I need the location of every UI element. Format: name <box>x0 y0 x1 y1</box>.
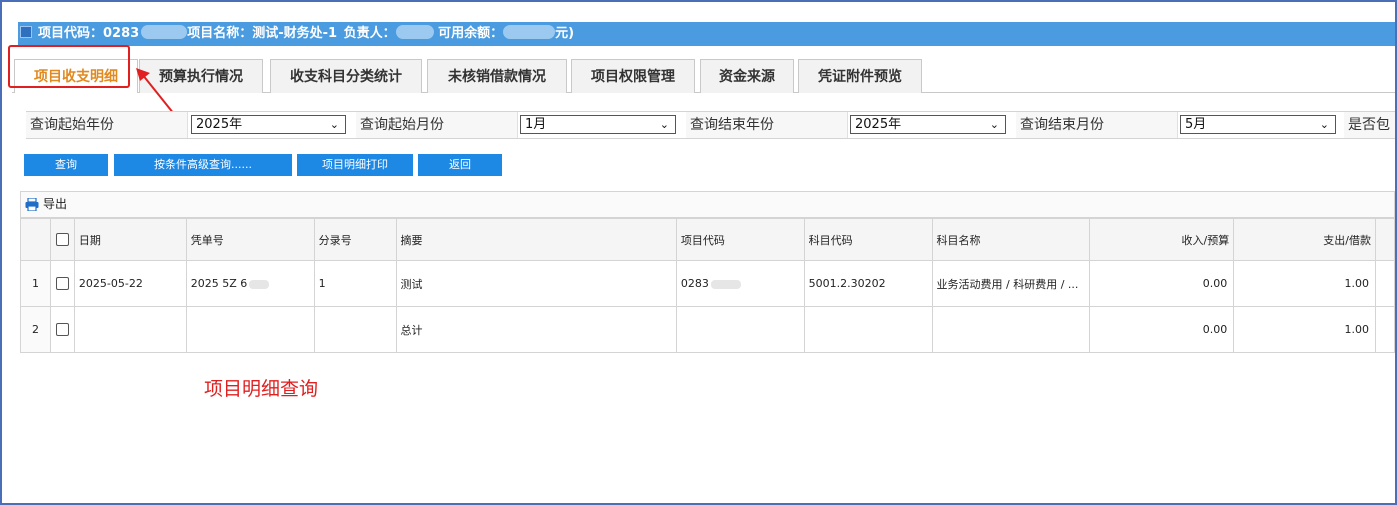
owner-label: 负责人： <box>343 26 396 41</box>
end-month-select[interactable]: 5月 ⌄ <box>1180 115 1336 134</box>
end-month-label: 查询结束月份 <box>1016 112 1178 138</box>
cell-subject-name: 业务活动费用 / 科研费用 / ... <box>931 260 1091 307</box>
cell-subject-code <box>803 306 933 353</box>
start-month-value: 1月 <box>525 117 547 132</box>
chevron-down-icon: ⌄ <box>329 118 339 131</box>
row-number: 2 <box>20 306 51 353</box>
highlight-box <box>8 45 130 88</box>
column-header-date[interactable]: 日期 <box>73 218 187 261</box>
column-header-voucher[interactable]: 凭单号 <box>185 218 315 261</box>
start-year-select[interactable]: 2025年 ⌄ <box>191 115 346 134</box>
cell-income: 0.00 <box>1089 260 1235 307</box>
column-header-expense[interactable]: 支出/借款 <box>1233 218 1376 261</box>
cell-date <box>73 306 187 353</box>
cell-summary: 总计 <box>395 306 677 353</box>
project-code-value: 0283 <box>103 26 140 41</box>
redaction-mask <box>395 25 434 39</box>
column-header-income[interactable]: 收入/预算 <box>1089 218 1235 261</box>
cell-date: 2025-05-22 <box>73 260 187 307</box>
row-checkbox-cell <box>49 306 75 353</box>
column-header-summary[interactable]: 摘要 <box>395 218 677 261</box>
row-number: 1 <box>20 260 51 307</box>
cell-project-code <box>675 306 805 353</box>
cell-expense: 1.00 <box>1233 306 1376 353</box>
filter-row: 查询起始年份 2025年 ⌄ 查询起始月份 1月 ⌄ 查询结束年份 2025年 ⌄ 查… <box>26 111 1395 139</box>
cell-entry: 1 <box>313 260 397 307</box>
start-month-select[interactable]: 1月 ⌄ <box>520 115 676 134</box>
cell-subject-name <box>931 306 1091 353</box>
chevron-down-icon: ⌄ <box>1319 118 1329 131</box>
redaction-mask <box>710 279 741 289</box>
row-spacer <box>1374 260 1395 307</box>
tab-permission-management[interactable]: 项目权限管理 <box>571 59 695 93</box>
print-detail-button[interactable]: 项目明细打印 <box>297 154 413 176</box>
select-all-checkbox[interactable] <box>55 233 69 247</box>
start-year-label: 查询起始年份 <box>26 112 188 138</box>
end-year-label: 查询结束年份 <box>686 112 848 138</box>
end-year-select[interactable]: 2025年 ⌄ <box>850 115 1006 134</box>
column-header-entry[interactable]: 分录号 <box>313 218 397 261</box>
cell-subject-code: 5001.2.30202 <box>803 260 933 307</box>
row-checkbox-cell <box>49 260 75 307</box>
redaction-mask <box>141 25 188 39</box>
header-spacer <box>1374 218 1395 261</box>
row-checkbox[interactable] <box>55 323 69 337</box>
row-spacer <box>1374 306 1395 353</box>
row-checkbox[interactable] <box>55 277 69 291</box>
query-button[interactable]: 查询 <box>24 154 108 176</box>
end-month-value: 5月 <box>1185 117 1207 132</box>
row-number-header <box>20 218 51 261</box>
include-label: 是否包 <box>1344 112 1395 138</box>
export-toolbar: 导出 <box>20 191 1395 218</box>
tab-fund-source[interactable]: 资金来源 <box>700 59 794 93</box>
balance-label: 可用余额： <box>438 26 504 41</box>
window-frame: 项目代码：0283 项目名称：测试-财务处-1 负责人： 可用余额： 元) 项目收支… <box>0 0 1397 505</box>
advanced-query-button[interactable]: 按条件高级查询...... <box>114 154 292 176</box>
table-row[interactable]: 2 总计 0.00 1.00 <box>20 306 1395 353</box>
print-icon[interactable] <box>25 198 39 211</box>
cell-income: 0.00 <box>1089 306 1235 353</box>
start-year-value: 2025年 <box>196 117 243 132</box>
chevron-down-icon: ⌄ <box>659 118 669 131</box>
column-header-project-code[interactable]: 项目代码 <box>675 218 805 261</box>
tab-voucher-attachments[interactable]: 凭证附件预览 <box>798 59 922 93</box>
cell-summary: 测试 <box>395 260 677 307</box>
project-name-label: 项目名称： <box>187 26 253 41</box>
redaction-mask <box>249 279 270 289</box>
tab-unwritten-loans[interactable]: 未核销借款情况 <box>427 59 567 93</box>
balance-suffix: 元) <box>555 26 575 41</box>
project-code-label: 项目代码： <box>38 26 104 41</box>
cell-voucher <box>185 306 315 353</box>
cell-entry <box>313 306 397 353</box>
project-name-value: 测试-财务处-1 <box>252 26 338 41</box>
column-header-subject-name[interactable]: 科目名称 <box>931 218 1091 261</box>
voucher-text: 2025 5Z 6 <box>190 277 248 290</box>
chevron-down-icon: ⌄ <box>989 118 999 131</box>
column-header-subject-code[interactable]: 科目代码 <box>803 218 933 261</box>
tab-subject-statistics[interactable]: 收支科目分类统计 <box>270 59 422 93</box>
detail-table: 日期 凭单号 分录号 摘要 项目代码 科目代码 科目名称 收入/预算 支出/借款… <box>20 218 1395 353</box>
export-button[interactable]: 导出 <box>43 197 67 211</box>
cell-expense: 1.00 <box>1233 260 1376 307</box>
end-year-value: 2025年 <box>855 117 902 132</box>
window-icon <box>20 26 32 38</box>
table-header-row: 日期 凭单号 分录号 摘要 项目代码 科目代码 科目名称 收入/预算 支出/借款 <box>20 218 1395 261</box>
project-code-text: 0283 <box>680 277 709 290</box>
start-month-label: 查询起始月份 <box>356 112 518 138</box>
back-button[interactable]: 返回 <box>418 154 502 176</box>
annotation-label: 项目明细查询 <box>204 378 319 400</box>
cell-project-code: 0283 <box>675 260 805 307</box>
select-all-checkbox-cell <box>49 218 75 261</box>
cell-voucher: 2025 5Z 6 <box>185 260 315 307</box>
table-row[interactable]: 1 2025-05-22 2025 5Z 6 1 测试 0283 5001.2.… <box>20 260 1395 307</box>
project-info-bar: 项目代码：0283 项目名称：测试-财务处-1 负责人： 可用余额： 元) <box>18 22 1395 46</box>
redaction-mask <box>503 25 556 39</box>
